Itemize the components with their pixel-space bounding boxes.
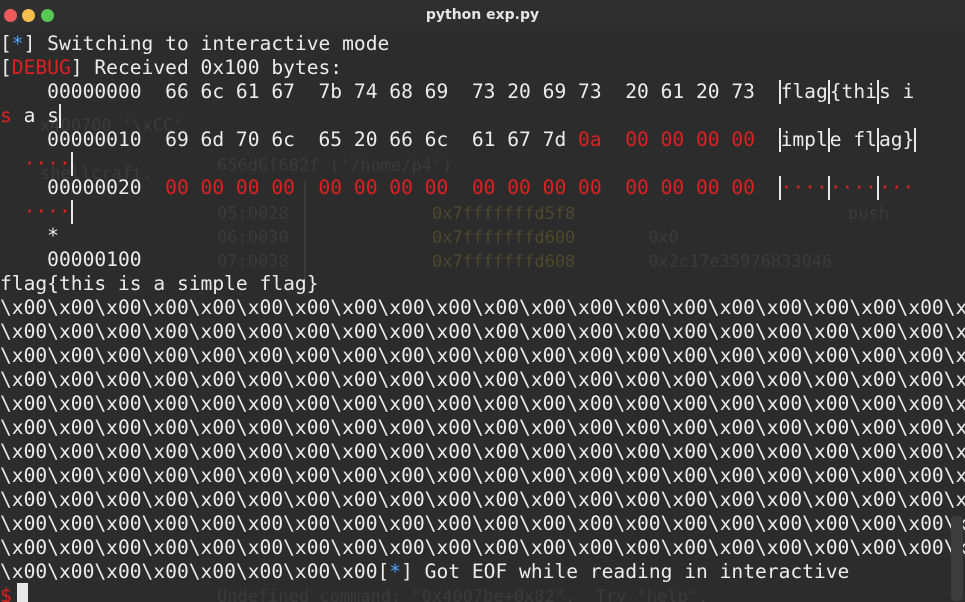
terminal-output[interactable]: 656d6f682f ('/home/p4') 05:0028 0x7fffff… [0, 31, 965, 602]
null-bytes-line: \x00\x00\x00\x00\x00\x00\x00\x00\x00\x00… [0, 488, 965, 511]
eof-line: \x00\x00\x00\x00\x00\x00\x00\x00[*] Got … [0, 560, 850, 583]
output-line: [*] Switching to interactive mode [0, 32, 390, 55]
flag-line: flag{this is a simple flag} [0, 272, 319, 295]
hexdump-wrap: s a s [0, 104, 61, 128]
ghost-text: Undefined command: "0x4007be+0x82". Try … [217, 587, 709, 602]
hexdump-wrap: ···· [23, 200, 73, 224]
ghost-text: 0x7fffffffd608 [432, 252, 576, 272]
debug-tag: DEBUG [11, 56, 71, 79]
null-bytes-line: \x00\x00\x00\x00\x00\x00\x00\x00\x00\x00… [0, 416, 965, 439]
scrollbar[interactable] [951, 516, 963, 601]
output-line: 00000100 [0, 248, 142, 271]
window-title: python exp.py [425, 7, 540, 23]
output-line: * [0, 224, 59, 247]
null-bytes-line: \x00\x00\x00\x00\x00\x00\x00\x00\x00\x00… [0, 320, 965, 343]
hexdump-wrap: ···· [23, 152, 73, 176]
null-bytes-line: \x00\x00\x00\x00\x00\x00\x00\x00\x00\x00… [0, 536, 965, 559]
null-bytes-line: \x00\x00\x00\x00\x00\x00\x00\x00\x00\x00… [0, 512, 965, 535]
null-bytes-line: \x00\x00\x00\x00\x00\x00\x00\x00\x00\x00… [0, 344, 965, 367]
terminal-window: python exp.py 656d6f682f ('/home/p4') 05… [0, 0, 965, 602]
hexdump-row: 00000000 66 6c 61 67 7b 74 68 69 73 20 6… [0, 80, 915, 104]
ghost-text: 07:0038 [217, 252, 289, 272]
ghost-text: 0x0 [648, 228, 679, 248]
title-bar: python exp.py [0, 0, 965, 31]
null-bytes-line: \x00\x00\x00\x00\x00\x00\x00\x00\x00\x00… [0, 440, 965, 463]
null-bytes-line: \x00\x00\x00\x00\x00\x00\x00\x00\x00\x00… [0, 392, 965, 415]
ghost-text: 0x7fffffffd5f8 [432, 204, 576, 224]
ghost-text: 05:0028 [217, 204, 289, 224]
ghost-text: 656d6f682f ('/home/p4') [217, 156, 453, 176]
null-bytes-line: \x00\x00\x00\x00\x00\x00\x00\x00\x00\x00… [0, 368, 965, 391]
output-line: [DEBUG] Received 0x100 bytes: [0, 56, 343, 79]
hexdump-row: 00000020 00 00 00 00 00 00 00 00 00 00 0… [0, 176, 915, 200]
ghost-text: 0x7fffffffd600 [432, 228, 576, 248]
shell-prompt: $ [0, 584, 12, 602]
ghost-text: push [848, 204, 889, 224]
null-bytes-line: \x00\x00\x00\x00\x00\x00\x00\x00\x00\x00… [0, 296, 965, 319]
ghost-text: 06:0030 [217, 228, 289, 248]
hexdump-row: 00000010 69 6d 70 6c 65 20 66 6c 61 67 7… [0, 128, 917, 152]
text-cursor[interactable] [17, 583, 28, 602]
null-bytes-line: \x00\x00\x00\x00\x00\x00\x00\x00\x00\x00… [0, 464, 965, 487]
ghost-text: 0x2c17e35976833046 [648, 252, 833, 272]
